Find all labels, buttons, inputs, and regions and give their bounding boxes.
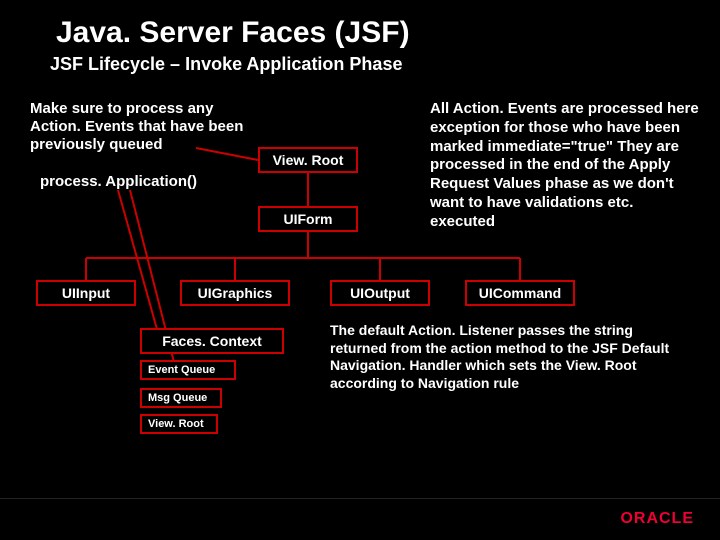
- box-faces-context: Faces. Context: [140, 328, 284, 354]
- footer: ORACLE: [0, 498, 720, 540]
- box-uigraphics: UIGraphics: [180, 280, 290, 306]
- connector-lines: [0, 0, 720, 540]
- box-uioutput: UIOutput: [330, 280, 430, 306]
- box-uiinput: UIInput: [36, 280, 136, 306]
- page-title: Java. Server Faces (JSF): [56, 16, 410, 50]
- box-event-queue: Event Queue: [140, 360, 236, 380]
- note-right: All Action. Events are processed here ex…: [430, 100, 700, 231]
- note-bottom: The default Action. Listener passes the …: [330, 322, 670, 392]
- box-view-root: View. Root: [258, 147, 358, 173]
- brand-logo: ORACLE: [620, 510, 694, 528]
- box-msg-queue: Msg Queue: [140, 388, 222, 408]
- page-subtitle: JSF Lifecycle – Invoke Application Phase: [50, 54, 402, 75]
- box-uicommand: UICommand: [465, 280, 575, 306]
- box-uiform: UIForm: [258, 206, 358, 232]
- box-view-root-2: View. Root: [140, 414, 218, 434]
- note-left: Make sure to process any Action. Events …: [30, 100, 250, 154]
- method-name: process. Application(): [40, 173, 197, 190]
